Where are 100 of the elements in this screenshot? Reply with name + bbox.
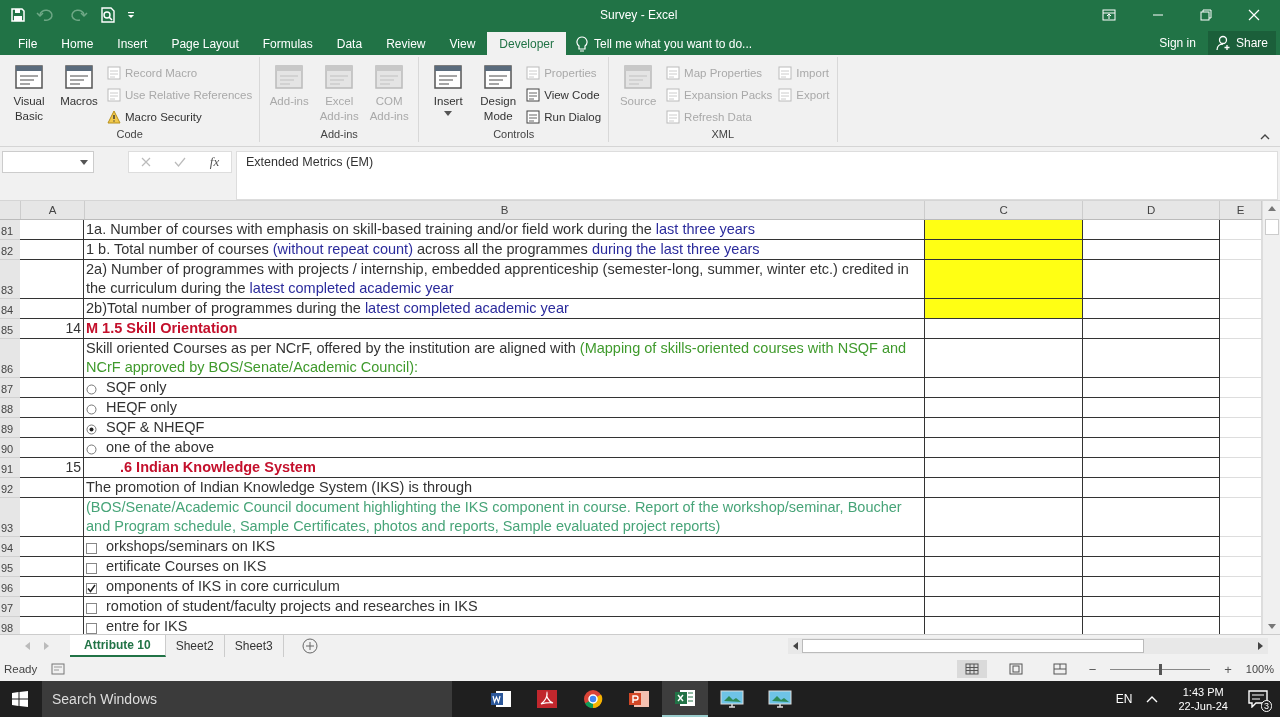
input-cell[interactable] — [925, 478, 1083, 498]
input-cell[interactable] — [925, 438, 1083, 458]
monitor-app-icon[interactable] — [768, 689, 792, 709]
input-cell[interactable] — [925, 557, 1083, 577]
input-cell[interactable] — [925, 240, 1083, 260]
ribbon-tab[interactable]: Home — [49, 32, 106, 55]
scroll-down-icon[interactable] — [1267, 624, 1276, 630]
zoom-out-button[interactable]: − — [1088, 661, 1097, 677]
radio-button[interactable] — [86, 404, 97, 415]
input-cell[interactable] — [925, 398, 1083, 418]
ribbon-tab[interactable]: Data — [324, 32, 375, 55]
restore-icon[interactable] — [1200, 9, 1212, 21]
radio-button[interactable] — [86, 424, 97, 435]
formula-field[interactable]: Extended Metrics (EM) — [236, 151, 1278, 200]
row-header[interactable]: 92 — [0, 478, 20, 498]
row-header[interactable]: 98 — [0, 617, 20, 634]
input-cell[interactable] — [925, 418, 1083, 438]
monitor-app-icon[interactable] — [720, 689, 744, 709]
ribbon-button[interactable]: Visual Basic — [5, 60, 53, 128]
input-cell[interactable] — [925, 319, 1083, 339]
zoom-level[interactable]: 100% — [1245, 663, 1274, 675]
input-cell[interactable] — [925, 458, 1083, 478]
input-cell[interactable] — [925, 299, 1083, 319]
clock-date[interactable]: 22-Jun-24 — [1178, 699, 1228, 714]
row-header[interactable]: 85 — [0, 319, 20, 339]
sheet-tab[interactable]: Attribute 10 — [70, 635, 166, 657]
input-cell[interactable] — [925, 339, 1083, 378]
scroll-right-icon[interactable] — [1258, 642, 1264, 650]
input-cell[interactable] — [925, 378, 1083, 398]
radio-button[interactable] — [86, 444, 97, 455]
row-header[interactable]: 87 — [0, 378, 20, 398]
checkbox[interactable] — [86, 603, 97, 614]
zoom-in-button[interactable]: + — [1224, 661, 1232, 677]
notifications-icon[interactable] — [1248, 690, 1268, 708]
input-cell[interactable] — [925, 260, 1083, 299]
tell-me-field[interactable]: Tell me what you want to do... — [592, 35, 926, 52]
checkbox[interactable] — [86, 623, 97, 634]
ribbon-tab[interactable]: Review — [374, 32, 438, 55]
collapse-ribbon-icon[interactable] — [1260, 134, 1270, 140]
zoom-thumb[interactable] — [1159, 663, 1163, 675]
ribbon-button[interactable]: View Code — [524, 85, 604, 104]
ribbon-button[interactable]: Macros — [55, 60, 103, 128]
row-header[interactable]: 86 — [0, 339, 20, 378]
search-field[interactable]: Search Windows — [42, 681, 452, 717]
row-header[interactable]: 82 — [0, 240, 20, 260]
ribbon-button[interactable]: Design Mode — [474, 60, 523, 128]
ribbon-tab[interactable]: Page Layout — [159, 32, 251, 55]
share-button[interactable]: Share — [1207, 31, 1276, 55]
row-header[interactable]: 96 — [0, 577, 20, 597]
column-header[interactable]: B — [84, 201, 926, 219]
print-preview-icon[interactable] — [100, 7, 116, 23]
row-header[interactable]: 89 — [0, 418, 20, 438]
ribbon-tab[interactable]: Insert — [105, 32, 160, 55]
ribbon-tab[interactable]: File — [6, 32, 50, 55]
row-header[interactable]: 95 — [0, 557, 20, 577]
row-header[interactable]: 90 — [0, 438, 20, 458]
chrome-app-icon[interactable] — [582, 689, 604, 709]
row-header[interactable]: 94 — [0, 537, 20, 557]
input-cell[interactable] — [925, 498, 1083, 537]
pdf-app-icon[interactable] — [536, 689, 558, 709]
checkbox[interactable] — [86, 563, 97, 574]
save-icon[interactable] — [10, 7, 26, 23]
windows-start-icon[interactable] — [12, 691, 28, 707]
row-header[interactable]: 93 — [0, 498, 20, 537]
word-app-icon[interactable] — [490, 689, 512, 709]
radio-button[interactable] — [86, 384, 97, 395]
scroll-thumb[interactable] — [1264, 219, 1279, 235]
input-cell[interactable] — [925, 577, 1083, 597]
input-cell[interactable] — [925, 220, 1083, 240]
language-indicator[interactable]: EN — [1115, 692, 1133, 706]
input-cell[interactable] — [925, 597, 1083, 617]
ribbon-button[interactable]: Macro Security — [105, 107, 255, 126]
customize-icon[interactable] — [126, 10, 136, 20]
scroll-up-icon[interactable] — [1267, 205, 1276, 211]
powerpoint-app-icon[interactable] — [628, 689, 650, 709]
chevron-up-icon[interactable] — [1146, 695, 1159, 703]
horizontal-scrollbar[interactable] — [788, 638, 1268, 654]
check-icon[interactable] — [174, 157, 187, 167]
scroll-left-icon[interactable] — [792, 642, 798, 650]
row-header[interactable]: 81 — [0, 220, 20, 240]
input-cell[interactable] — [925, 537, 1083, 557]
add-sheet-icon[interactable] — [301, 638, 318, 654]
row-header[interactable]: 88 — [0, 398, 20, 418]
close-icon[interactable] — [1248, 9, 1260, 21]
vertical-scrollbar[interactable] — [1262, 201, 1280, 634]
checkbox[interactable] — [86, 583, 97, 594]
excel-app-icon[interactable] — [662, 681, 708, 717]
column-header[interactable]: C — [925, 201, 1084, 219]
sign-in-link[interactable]: Sign in — [1159, 35, 1196, 50]
row-header[interactable]: 91 — [0, 458, 20, 478]
clock-time[interactable]: 1:43 PM — [1182, 684, 1224, 699]
ribbon-tab[interactable]: Formulas — [250, 32, 325, 55]
ribbon-display-icon[interactable] — [1102, 9, 1116, 21]
column-header[interactable]: A — [21, 201, 85, 219]
ribbon-button[interactable]: Run Dialog — [524, 107, 604, 126]
scroll-thumb[interactable] — [802, 639, 1144, 653]
row-header[interactable]: 84 — [0, 299, 20, 319]
insert-function-button[interactable]: fx — [209, 154, 220, 170]
row-header[interactable]: 83 — [0, 260, 20, 299]
ribbon-tab[interactable]: View — [437, 32, 488, 55]
